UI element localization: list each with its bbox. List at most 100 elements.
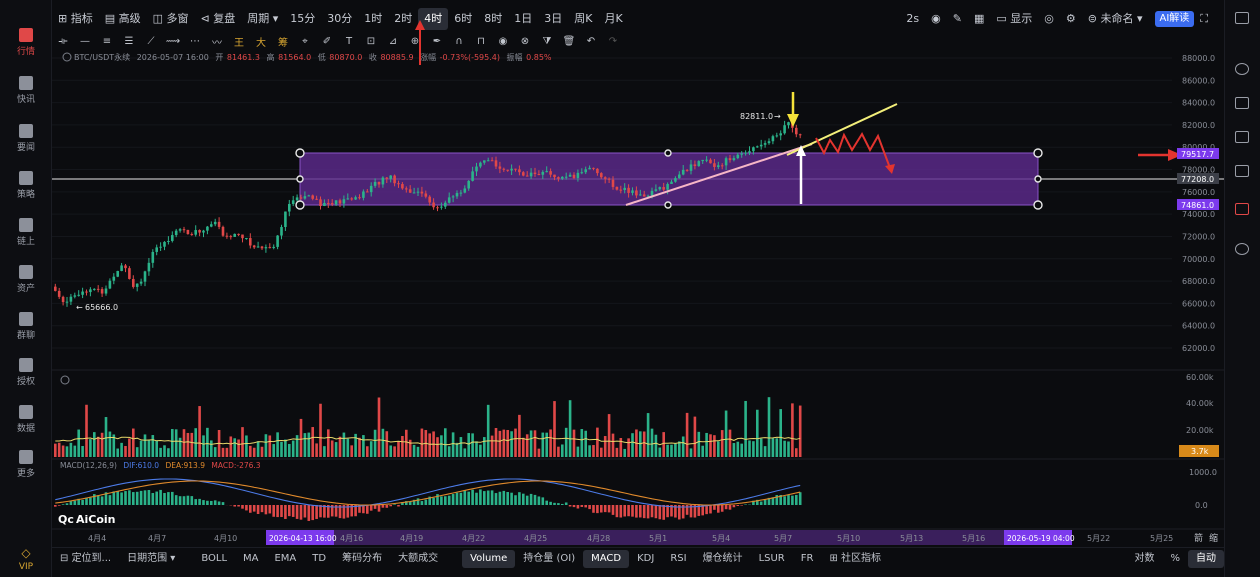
community-indicators-button[interactable]: ⊞ 社区指标 xyxy=(821,550,889,568)
sidebar-item-onchain[interactable]: 链上 xyxy=(0,218,52,247)
volume-bar xyxy=(693,416,697,457)
panel-liquidation[interactable]: 爆仓统计 xyxy=(695,550,751,568)
candle-body xyxy=(54,286,57,291)
candle-body xyxy=(693,164,697,167)
indicator-td[interactable]: TD xyxy=(304,550,334,568)
volume-bar xyxy=(362,435,365,457)
locate-button[interactable]: ⊟ 定位到... xyxy=(52,550,119,568)
candle-body xyxy=(736,154,740,159)
panel-oi[interactable]: 持仓量 (OI) xyxy=(515,550,583,568)
volume-bar xyxy=(221,447,225,457)
aicoin-watermark-text: AiCoin xyxy=(76,513,116,526)
macd-bar xyxy=(303,505,307,518)
candle-body xyxy=(674,178,677,182)
sidebar-item-strategy[interactable]: 策略 xyxy=(0,171,52,200)
sidebar-item-label: 授权 xyxy=(16,377,35,387)
panel-kdj[interactable]: KDJ xyxy=(629,550,662,568)
diamond-icon: ◇ xyxy=(21,546,31,560)
sidebar-item-chat[interactable]: 群聊 xyxy=(0,312,52,341)
macd-bar xyxy=(475,492,478,505)
macd-dea: DEA:913.9 xyxy=(165,461,205,470)
copy-icon[interactable] xyxy=(1235,165,1249,177)
time-axis-label: 5月16 xyxy=(962,534,985,543)
document-icon[interactable] xyxy=(1235,131,1249,143)
sidebar-item-label: 要闻 xyxy=(16,143,35,153)
price-axis-label: 66000.0 xyxy=(1182,299,1215,308)
macd-bar xyxy=(268,505,272,514)
macd-bar xyxy=(705,505,708,515)
macd-bar xyxy=(190,496,194,505)
compass-icon[interactable] xyxy=(1235,243,1249,255)
volume-bar xyxy=(522,437,525,457)
candle-body xyxy=(377,181,381,185)
auto-scale-toggle[interactable]: 自动 xyxy=(1188,549,1224,568)
volume-bar xyxy=(471,433,474,457)
macd-bar xyxy=(541,497,545,505)
macd-bar xyxy=(213,500,217,505)
macd-bar xyxy=(635,505,638,518)
percent-scale-toggle[interactable]: % xyxy=(1162,550,1188,568)
candle-body xyxy=(65,301,69,303)
panel-fr[interactable]: FR xyxy=(793,550,822,568)
panel-lsur[interactable]: LSUR xyxy=(751,550,793,568)
volume-bar xyxy=(100,432,104,457)
sidebar-item-data[interactable]: 数据 xyxy=(0,405,52,434)
candle-body xyxy=(471,171,474,181)
sidebar-item-authorize[interactable]: 授权 xyxy=(0,358,52,387)
volume-bar xyxy=(463,448,467,457)
volume-bar xyxy=(210,440,213,457)
panel-volume[interactable]: Volume xyxy=(462,549,516,568)
indicator-large-trades[interactable]: 大额成交 xyxy=(390,550,446,568)
time-axis-label: 5月25 xyxy=(1150,534,1173,543)
volume-bar xyxy=(334,442,338,457)
candle-body xyxy=(486,160,490,162)
clock-icon[interactable] xyxy=(1235,63,1249,75)
list-icon[interactable] xyxy=(1235,97,1249,109)
volume-bar xyxy=(498,430,502,457)
candle-body xyxy=(124,265,127,269)
sidebar-item-label: 快讯 xyxy=(16,95,35,105)
macd-bar xyxy=(174,495,178,505)
price-chart[interactable]: 82811.0 → ← 65666.0 88000.0 86000.0 84000.… xyxy=(52,0,1224,547)
wallet-icon xyxy=(19,265,33,279)
candle-body xyxy=(256,246,260,248)
candle-body xyxy=(241,234,244,239)
sidebar-item-news[interactable]: 快讯 xyxy=(0,76,52,105)
volume-bar xyxy=(697,431,701,457)
candle-body xyxy=(600,173,603,178)
candle-body xyxy=(167,240,170,242)
price-axis-label: 72000.0 xyxy=(1182,232,1215,241)
sidebar-item-assets[interactable]: 资产 xyxy=(0,265,52,294)
sidebar-item-headlines[interactable]: 要闻 xyxy=(0,124,52,153)
volume-settings-icon xyxy=(60,375,70,385)
price-axis-label: 76000.0 xyxy=(1182,188,1215,197)
indicator-ma[interactable]: MA xyxy=(235,550,266,568)
robot-icon[interactable] xyxy=(1235,203,1249,215)
candle-body xyxy=(744,152,747,154)
candle-body xyxy=(775,135,779,137)
close-panel-icon[interactable] xyxy=(1235,12,1249,24)
date-range-dropdown[interactable]: 日期范围 ▾ xyxy=(119,550,183,568)
panel-macd[interactable]: MACD xyxy=(583,549,630,568)
candle-body xyxy=(373,181,377,186)
macd-bar xyxy=(724,505,728,510)
sidebar-item-vip[interactable]: ◇ VIP xyxy=(0,546,52,572)
info-icon xyxy=(62,52,72,62)
panel-rsi[interactable]: RSI xyxy=(662,550,694,568)
volume-bar xyxy=(190,432,194,457)
indicator-ema[interactable]: EMA xyxy=(266,550,304,568)
sidebar-item-market[interactable]: 行情 xyxy=(0,28,52,57)
candle-body xyxy=(658,187,662,190)
volume-bar xyxy=(759,438,763,457)
svg-text:BTC/USDT永续 2026-05-07: BTC/USDT永续 2026-05-07 16:00 开 81461.3 高 … xyxy=(74,52,552,62)
time-axis-label: 4月19 xyxy=(400,534,423,543)
volume-bar xyxy=(713,435,716,457)
sidebar-item-more[interactable]: 更多 xyxy=(0,450,52,479)
candle-body xyxy=(319,199,322,206)
macd-bar xyxy=(397,505,400,507)
indicator-boll[interactable]: BOLL xyxy=(193,550,235,568)
indicator-chip[interactable]: 筹码分布 xyxy=(334,550,390,568)
log-scale-toggle[interactable]: 对数 xyxy=(1126,550,1162,568)
candle-body xyxy=(798,134,802,136)
candle-body xyxy=(514,168,517,170)
